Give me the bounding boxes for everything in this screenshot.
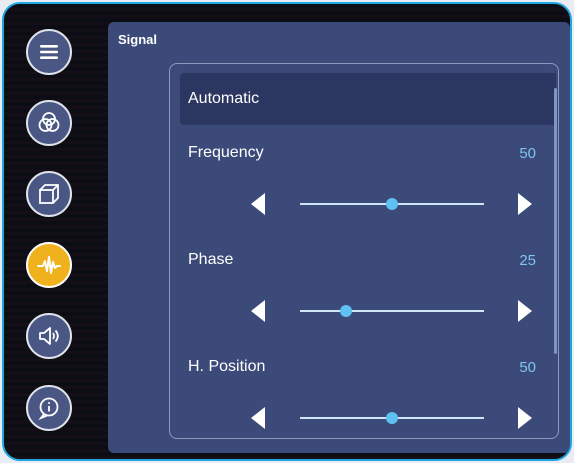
signal-panel: Signal Automatic Frequency 50 Phase 25 H… [108, 22, 570, 453]
menu-button[interactable] [26, 29, 72, 75]
frequency-value: 50 [519, 145, 536, 162]
phase-increase-arrow-icon[interactable] [518, 300, 532, 322]
settings-list: Automatic Frequency 50 Phase 25 H. Posit… [169, 63, 559, 439]
h-position-decrease-arrow-icon[interactable] [251, 407, 265, 429]
automatic-option[interactable]: Automatic [180, 73, 556, 125]
phase-slider[interactable] [300, 305, 484, 317]
menu-icon [40, 45, 58, 59]
display-settings-button[interactable] [26, 171, 72, 217]
signal-settings-button[interactable] [26, 242, 72, 288]
h-position-slider-knob[interactable] [386, 412, 398, 424]
frequency-increase-arrow-icon[interactable] [518, 193, 532, 215]
display-cube-icon [39, 184, 59, 204]
osd-frame: Signal Automatic Frequency 50 Phase 25 H… [2, 2, 572, 461]
color-settings-button[interactable] [26, 100, 72, 146]
signal-waveform-icon [37, 256, 61, 274]
frequency-label: Frequency [188, 144, 264, 161]
panel-title: Signal [118, 32, 158, 47]
audio-settings-button[interactable] [26, 313, 72, 359]
speaker-icon [39, 327, 59, 345]
phase-value: 25 [519, 252, 536, 269]
color-circles-icon [38, 112, 60, 132]
frequency-decrease-arrow-icon[interactable] [251, 193, 265, 215]
frequency-slider[interactable] [300, 198, 484, 210]
h-position-label: H. Position [188, 358, 266, 375]
info-button[interactable] [26, 385, 72, 431]
phase-label: Phase [188, 251, 234, 268]
scrollbar[interactable] [554, 88, 557, 354]
h-position-increase-arrow-icon[interactable] [518, 407, 532, 429]
phase-slider-knob[interactable] [340, 305, 352, 317]
h-position-value: 50 [519, 359, 536, 376]
automatic-label: Automatic [188, 90, 260, 107]
frequency-slider-knob[interactable] [386, 198, 398, 210]
info-icon [38, 397, 59, 421]
h-position-slider[interactable] [300, 412, 484, 424]
phase-decrease-arrow-icon[interactable] [251, 300, 265, 322]
